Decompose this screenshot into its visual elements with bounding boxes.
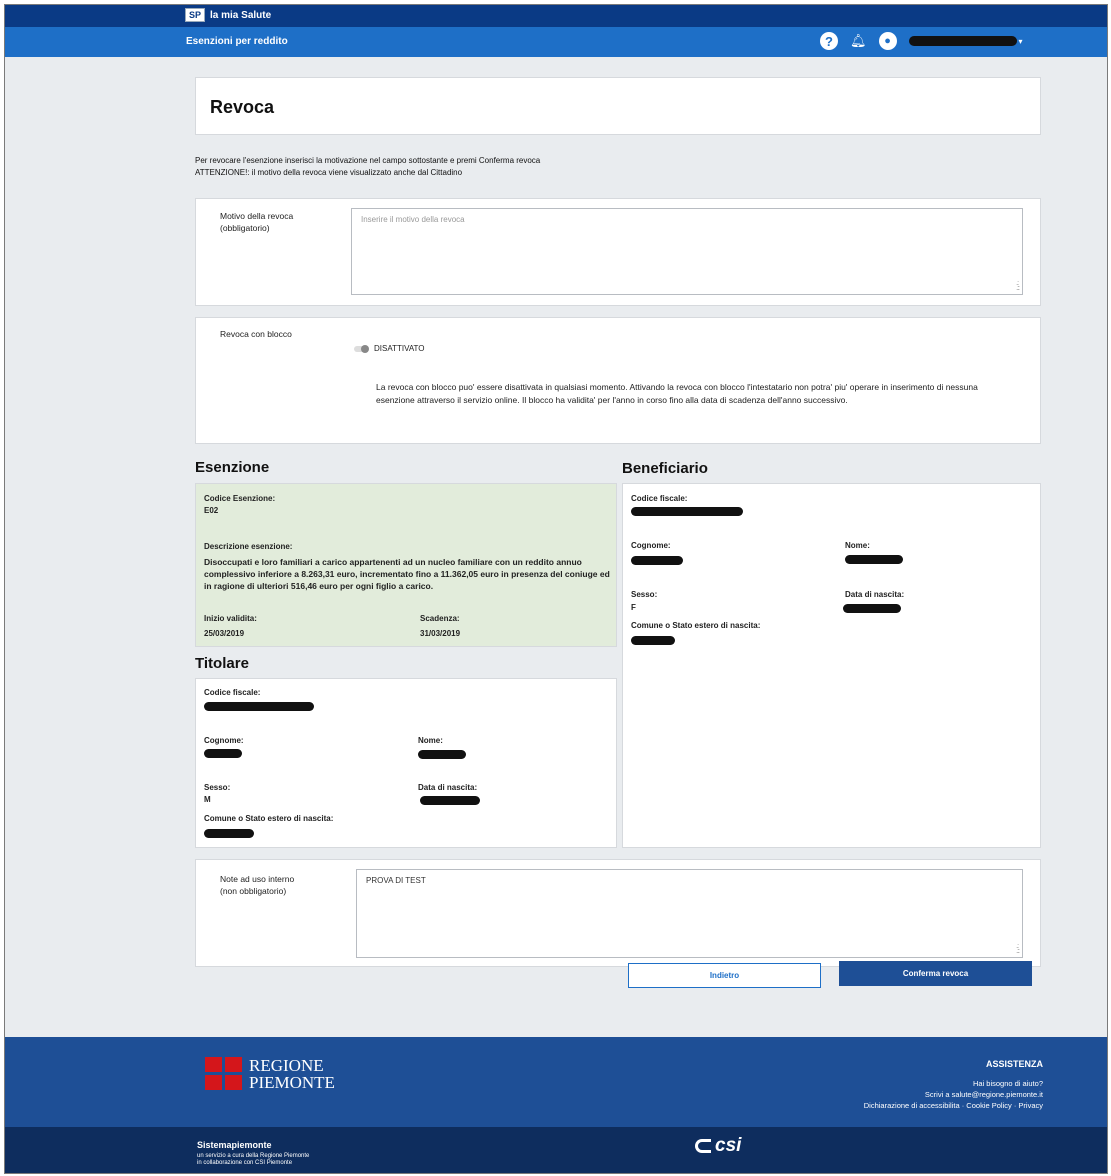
reason-placeholder: Inserire il motivo della revoca: [361, 215, 465, 224]
footer-bottom: [5, 1127, 1107, 1173]
top-bar: SP la mia Salute: [5, 5, 1107, 27]
validity-start-label: Inizio validita:: [204, 614, 257, 623]
assistance-heading: ASSISTENZA: [985, 1059, 1043, 1069]
beneficiario-cf-redacted: [631, 507, 743, 516]
titolare-birthdate-label: Data di nascita:: [418, 783, 478, 792]
esenzione-heading: Esenzione: [195, 459, 270, 476]
confirm-revoca-button[interactable]: Conferma revoca: [839, 961, 1032, 986]
titolare-card: Codice fiscale: Cognome: Nome: Sesso: M …: [195, 678, 617, 848]
assistance-help: Hai bisogno di aiuto?: [972, 1079, 1043, 1088]
intro-text: Per revocare l'esenzione inserisci la mo…: [195, 155, 540, 179]
beneficiario-birthplace-redacted: [631, 636, 675, 645]
validity-end-label: Scadenza:: [420, 614, 460, 623]
titolare-name-label: Nome:: [418, 736, 443, 745]
assistance-block: ASSISTENZA Hai bisogno di aiuto? Scrivi …: [864, 1059, 1043, 1111]
beneficiario-birthplace-label: Comune o Stato estero di nascita:: [631, 621, 761, 630]
csi-mark-icon: [695, 1139, 711, 1153]
exemption-description-value: Disoccupati e loro familiari a carico ap…: [204, 557, 610, 591]
regione-logo-text: REGIONE PIEMONTE: [249, 1057, 335, 1091]
titolare-birthdate-redacted: [420, 796, 480, 805]
note-textarea[interactable]: PROVA DI TEST .:.::: [356, 869, 1023, 958]
note-label-optional: (non obbligatorio): [220, 886, 287, 896]
bell-icon[interactable]: 🔔︎: [850, 33, 867, 49]
sistemapiemonte-title: Sistemapiemonte: [197, 1140, 272, 1150]
brand-name: la mia Salute: [210, 9, 272, 21]
sistemapiemonte-sub: un servizio a cura della Regione Piemont…: [197, 1153, 310, 1159]
page-title: Revoca: [210, 97, 275, 117]
titolare-birthplace-label: Comune o Stato estero di nascita:: [204, 814, 334, 823]
csi-logo-text: csi: [715, 1135, 742, 1156]
beneficiario-birthdate-label: Data di nascita:: [845, 590, 905, 599]
chevron-down-icon[interactable]: ▾: [1019, 37, 1023, 46]
toggle-state: DISATTIVATO: [374, 344, 425, 353]
block-description: La revoca con blocco puo' essere disatti…: [376, 382, 978, 405]
reason-label-line: Motivo della revoca: [220, 211, 294, 221]
beneficiario-birthdate-redacted: [843, 604, 901, 613]
titolare-heading: Titolare: [195, 655, 249, 672]
regione-flag-icon: [205, 1057, 243, 1091]
note-label-line: Note ad uso interno: [220, 874, 295, 884]
titolare-birthplace-redacted: [204, 829, 254, 838]
question-circle-icon[interactable]: ?: [820, 32, 838, 50]
exemption-description-label: Descrizione esenzione:: [204, 542, 293, 551]
titolare-surname-label: Cognome:: [204, 736, 244, 745]
logo-line: REGIONE: [249, 1056, 324, 1075]
titolare-sex-value: M: [204, 795, 211, 804]
reason-label: Motivo della revoca (obbligatorio): [220, 210, 293, 234]
page-frame: SP la mia Salute Esenzioni per reddito ?…: [4, 4, 1108, 1174]
note-panel: Note ad uso interno (non obbligatorio) P…: [195, 859, 1041, 967]
brand-badge: SP: [185, 8, 206, 22]
brand-logo[interactable]: SP la mia Salute: [185, 8, 271, 22]
back-button[interactable]: Indietro: [628, 963, 821, 988]
note-label: Note ad uso interno (non obbligatorio): [220, 873, 294, 897]
resize-grip-icon[interactable]: .:.::: [1016, 943, 1020, 955]
footer-links[interactable]: Dichiarazione di accessibilita · Cookie …: [864, 1100, 1043, 1111]
titolare-name-redacted: [418, 750, 466, 759]
exemption-code-label: Codice Esenzione:: [204, 494, 276, 503]
beneficiario-sex-value: F: [631, 603, 636, 612]
revoca-reason-panel: Motivo della revoca (obbligatorio) Inser…: [195, 198, 1041, 306]
titolare-surname-redacted: [204, 749, 242, 758]
sistemapiemonte-text: Sistemapiemonte un servizio a cura della…: [197, 1141, 309, 1167]
header-actions: ? 🔔︎ ● ▾: [820, 32, 1023, 50]
beneficiario-surname-label: Cognome:: [631, 541, 671, 550]
user-circle-icon[interactable]: ●: [878, 32, 897, 50]
intro-line: Per revocare l'esenzione inserisci la mo…: [195, 156, 541, 165]
esenzione-card: Codice Esenzione: E02 Descrizione esenzi…: [195, 483, 617, 647]
beneficiario-surname-redacted: [631, 556, 683, 565]
toggle-switch-icon[interactable]: [354, 344, 369, 353]
logo-line: PIEMONTE: [249, 1073, 335, 1092]
validity-end-value: 31/03/2019: [420, 629, 461, 638]
service-title: Esenzioni per reddito: [186, 36, 288, 47]
beneficiario-name-redacted: [845, 555, 903, 564]
page-title-panel: Revoca: [195, 77, 1041, 135]
block-panel: Revoca con blocco DISATTIVATO La revoca …: [195, 317, 1041, 444]
regione-piemonte-logo[interactable]: REGIONE PIEMONTE: [205, 1057, 335, 1091]
block-toggle[interactable]: DISATTIVATO: [354, 344, 425, 353]
intro-warning: ATTENZIONE!: il motivo della revoca vien…: [195, 168, 463, 177]
titolare-cf-redacted: [204, 702, 314, 711]
beneficiario-card: Codice fiscale: Cognome: Nome: Sesso: F …: [622, 483, 1041, 848]
titolare-cf-label: Codice fiscale:: [204, 688, 261, 697]
block-label: Revoca con blocco: [220, 329, 292, 339]
beneficiario-sex-label: Sesso:: [631, 590, 658, 599]
sistemapiemonte-sub: in collaborazione con CSI Piemonte: [197, 1160, 293, 1166]
service-bar: Esenzioni per reddito ? 🔔︎ ● ▾: [5, 27, 1107, 57]
beneficiario-name-label: Nome:: [845, 541, 870, 550]
titolare-sex-label: Sesso:: [204, 783, 231, 792]
user-name-redacted[interactable]: [908, 36, 1017, 46]
beneficiario-cf-label: Codice fiscale:: [631, 494, 688, 503]
csi-logo[interactable]: csi: [695, 1135, 741, 1157]
reason-textarea[interactable]: Inserire il motivo della revoca .:.::: [351, 208, 1023, 295]
reason-label-required: (obbligatorio): [220, 223, 270, 233]
assistance-email-link[interactable]: Scrivi a salute@regione.piemonte.it: [864, 1089, 1043, 1100]
beneficiario-heading: Beneficiario: [622, 460, 708, 477]
resize-grip-icon[interactable]: .:.::: [1016, 280, 1020, 292]
exemption-code-value: E02: [204, 506, 219, 515]
note-value: PROVA DI TEST: [366, 876, 426, 885]
validity-start-value: 25/03/2019: [204, 629, 245, 638]
